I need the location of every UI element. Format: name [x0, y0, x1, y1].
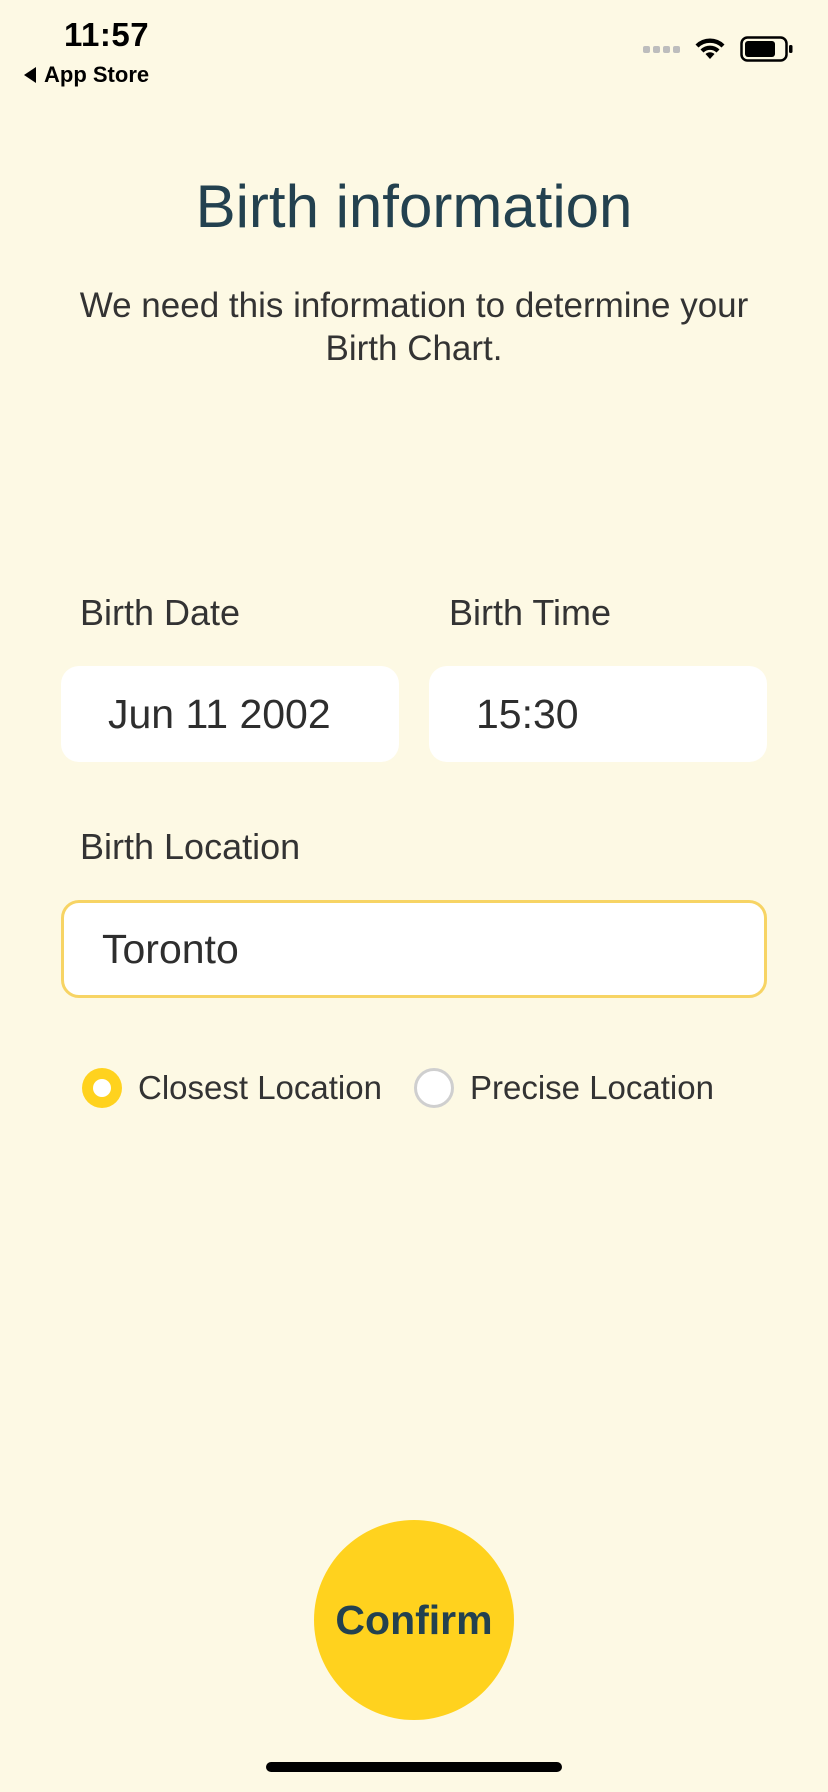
- wifi-icon: [695, 38, 725, 59]
- closest-location-option[interactable]: Closest Location: [82, 1068, 382, 1108]
- birth-location-input[interactable]: Toronto: [61, 900, 767, 998]
- birth-date-label: Birth Date: [80, 592, 241, 633]
- birth-date-value: Jun 11 2002: [108, 690, 331, 737]
- precise-location-option[interactable]: Precise Location: [413, 1068, 714, 1108]
- back-link-label: App Store: [44, 62, 150, 87]
- birth-date-field[interactable]: Jun 11 2002: [61, 666, 399, 762]
- status-icons: [643, 36, 794, 62]
- battery-icon: [740, 36, 793, 62]
- birth-time-value: 15:30: [476, 690, 579, 737]
- radio-unselected-icon[interactable]: [413, 1068, 454, 1108]
- birth-time-field[interactable]: 15:30: [429, 666, 767, 762]
- status-time: 11:57: [64, 16, 150, 53]
- page-title: Birth information: [195, 173, 633, 240]
- confirm-button[interactable]: Confirm: [314, 1520, 514, 1720]
- birth-location-label: Birth Location: [80, 826, 301, 867]
- precise-location-label: Precise Location: [469, 1069, 714, 1106]
- page-subtitle: We need this information to determine yo…: [79, 286, 749, 368]
- birth-time-label: Birth Time: [449, 592, 612, 633]
- radio-selected-icon[interactable]: [82, 1068, 122, 1108]
- back-to-app-store-link[interactable]: App Store: [24, 62, 149, 88]
- birth-location-value: Toronto: [102, 925, 239, 972]
- location-mode-radio-group: Closest Location Precise Location: [82, 1068, 714, 1108]
- closest-location-label: Closest Location: [138, 1069, 382, 1106]
- cellular-signal-icon: [643, 45, 680, 53]
- back-arrow-icon: [24, 67, 36, 83]
- home-indicator: [266, 1762, 562, 1772]
